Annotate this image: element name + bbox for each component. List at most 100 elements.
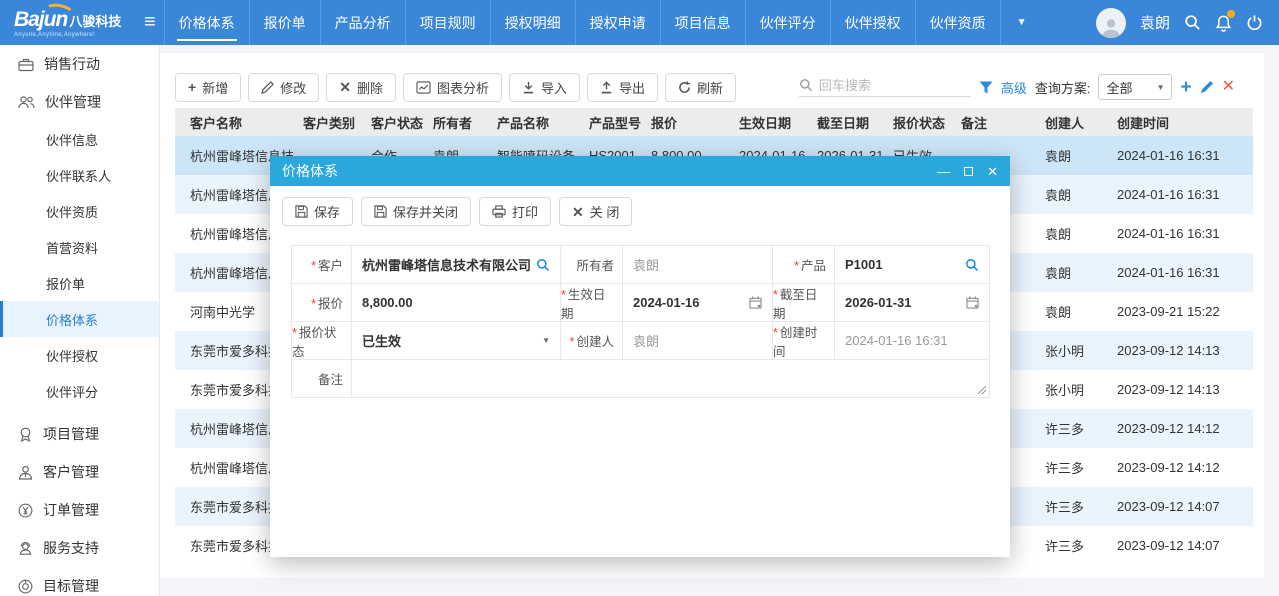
column-header[interactable]: 截至日期 xyxy=(809,108,885,136)
sidebar-item-child[interactable]: 价格体系 xyxy=(0,301,159,337)
column-header[interactable]: 生效日期 xyxy=(731,108,809,136)
sidebar-item-child[interactable]: 首营资料 xyxy=(0,229,159,265)
save-and-close-button[interactable]: 保存并关闭 xyxy=(361,197,471,226)
table-cell[interactable]: 2024-01-16 16:31 xyxy=(1109,175,1253,214)
minimize-icon[interactable]: — xyxy=(937,165,950,178)
column-header[interactable]: 所有者 xyxy=(425,108,489,136)
product-field[interactable]: P1001 xyxy=(835,246,990,284)
query-plan-select[interactable]: 全部 ▼ xyxy=(1098,74,1172,100)
nav-tab[interactable]: 产品分析 xyxy=(320,0,405,45)
search-icon[interactable] xyxy=(1184,14,1201,31)
nav-tab[interactable]: 价格体系 xyxy=(164,0,249,45)
export-button[interactable]: 导出 xyxy=(587,73,658,102)
sidebar-item-child[interactable]: 伙伴联系人 xyxy=(0,157,159,193)
remark-textarea[interactable] xyxy=(352,360,990,398)
table-cell[interactable]: 2023-09-12 14:13 xyxy=(1109,331,1253,370)
search-input[interactable] xyxy=(819,78,959,93)
table-cell[interactable]: 袁朗 xyxy=(1037,214,1109,253)
power-icon[interactable] xyxy=(1246,14,1263,31)
maximize-icon[interactable] xyxy=(964,167,973,176)
table-cell[interactable]: 袁朗 xyxy=(1037,253,1109,292)
sidebar-item-child[interactable]: 伙伴信息 xyxy=(0,121,159,157)
edit-query-plan-icon[interactable] xyxy=(1200,80,1214,94)
notification-bell-icon[interactable] xyxy=(1215,14,1232,32)
edit-button[interactable]: 修改 xyxy=(248,73,319,102)
table-cell[interactable]: 袁朗 xyxy=(1037,175,1109,214)
sidebar-item-child[interactable]: 伙伴评分 xyxy=(0,373,159,409)
table-cell[interactable]: 2024-01-16 16:31 xyxy=(1109,136,1253,175)
table-cell[interactable]: 张小明 xyxy=(1037,370,1109,409)
nav-tab[interactable]: 伙伴资质 xyxy=(915,0,1001,45)
status-select[interactable]: 已生效 ▼ xyxy=(352,322,561,360)
close-icon[interactable]: ✕ xyxy=(987,165,998,178)
nav-tab[interactable]: 授权申请 xyxy=(575,0,660,45)
sidebar-item-group[interactable]: 订单管理 xyxy=(0,491,159,529)
delete-button[interactable]: ✕ 删除 xyxy=(326,73,396,102)
nav-tab[interactable]: 报价单 xyxy=(249,0,320,45)
column-header[interactable]: 产品型号 xyxy=(581,108,643,136)
close-button[interactable]: ✕ 关 闭 xyxy=(559,197,632,226)
refresh-button[interactable]: 刷新 xyxy=(665,73,736,102)
table-cell[interactable]: 许三多 xyxy=(1037,409,1109,448)
customer-field[interactable]: 杭州雷峰塔信息技术有限公司 xyxy=(352,246,561,284)
nav-more-tab[interactable]: ▼ xyxy=(1001,0,1043,45)
sidebar-item-group[interactable]: 伙伴管理 xyxy=(0,83,159,121)
table-cell[interactable]: 许三多 xyxy=(1037,448,1109,487)
column-header[interactable]: 创建人 xyxy=(1037,108,1109,136)
dialog-titlebar[interactable]: 价格体系 — ✕ xyxy=(270,156,1010,186)
column-header[interactable]: 客户状态 xyxy=(363,108,425,136)
customer-lookup-icon[interactable] xyxy=(536,258,550,272)
save-button[interactable]: 保存 xyxy=(282,197,353,226)
calendar-icon[interactable] xyxy=(749,296,762,309)
sidebar-item-child[interactable]: 报价单 xyxy=(0,265,159,301)
table-cell[interactable]: 2023-09-12 14:13 xyxy=(1109,370,1253,409)
chart-analysis-button[interactable]: 图表分析 xyxy=(403,73,502,102)
sidebar-item-child[interactable]: 伙伴资质 xyxy=(0,193,159,229)
table-cell[interactable]: 许三多 xyxy=(1037,487,1109,526)
nav-tab[interactable]: 授权明细 xyxy=(490,0,575,45)
filter-funnel-icon[interactable] xyxy=(979,81,993,94)
delete-query-plan-icon[interactable]: ✕ xyxy=(1222,79,1235,95)
table-cell[interactable]: 2023-09-12 14:12 xyxy=(1109,448,1253,487)
resize-handle-icon[interactable] xyxy=(976,384,986,394)
table-cell[interactable]: 袁朗 xyxy=(1037,292,1109,331)
effective-date-field[interactable]: 2024-01-16 xyxy=(623,284,773,322)
avatar[interactable] xyxy=(1096,8,1126,38)
price-field[interactable]: 8,800.00 xyxy=(352,284,561,322)
table-cell[interactable]: 2024-01-16 16:31 xyxy=(1109,214,1253,253)
menu-toggle-icon[interactable]: ≡ xyxy=(144,11,156,34)
table-cell[interactable]: 张小明 xyxy=(1037,331,1109,370)
calendar-icon[interactable] xyxy=(966,296,979,309)
column-header[interactable]: 报价 xyxy=(643,108,731,136)
column-header[interactable]: 创建时间 xyxy=(1109,108,1253,136)
end-date-field[interactable]: 2026-01-31 xyxy=(835,284,990,322)
print-button[interactable]: 打印 xyxy=(479,197,551,226)
column-header[interactable]: 产品名称 xyxy=(489,108,581,136)
product-lookup-icon[interactable] xyxy=(965,258,979,272)
add-query-plan-icon[interactable]: + xyxy=(1180,78,1191,97)
table-cell[interactable]: 许三多 xyxy=(1037,526,1109,565)
nav-tab[interactable]: 伙伴授权 xyxy=(830,0,915,45)
table-cell[interactable]: 2024-01-16 16:31 xyxy=(1109,253,1253,292)
sidebar-item-group[interactable]: 目标管理 xyxy=(0,567,159,596)
import-button[interactable]: 导入 xyxy=(509,73,580,102)
column-header[interactable]: 客户名称 xyxy=(175,108,295,136)
table-cell[interactable]: 2023-09-12 14:07 xyxy=(1109,526,1253,565)
current-username[interactable]: 袁朗 xyxy=(1140,12,1170,33)
sidebar-item-group[interactable]: 项目管理 xyxy=(0,415,159,453)
sidebar-item-group[interactable]: 销售行动 xyxy=(0,45,159,83)
column-header[interactable]: 备注 xyxy=(953,108,1037,136)
table-cell[interactable]: 2023-09-12 14:07 xyxy=(1109,487,1253,526)
nav-tab[interactable]: 项目信息 xyxy=(660,0,745,45)
sidebar-item-group[interactable]: 服务支持 xyxy=(0,529,159,567)
column-header[interactable]: 客户类别 xyxy=(295,108,363,136)
nav-tab[interactable]: 项目规则 xyxy=(405,0,490,45)
table-cell[interactable]: 2023-09-12 14:12 xyxy=(1109,409,1253,448)
nav-tab[interactable]: 伙伴评分 xyxy=(745,0,830,45)
table-cell[interactable]: 袁朗 xyxy=(1037,136,1109,175)
sidebar-item-child[interactable]: 伙伴授权 xyxy=(0,337,159,373)
advanced-search-link[interactable]: 高级 xyxy=(1001,78,1027,97)
column-header[interactable]: 报价状态 xyxy=(885,108,953,136)
add-button[interactable]: + 新增 xyxy=(175,73,241,102)
sidebar-item-group[interactable]: 客户管理 xyxy=(0,453,159,491)
